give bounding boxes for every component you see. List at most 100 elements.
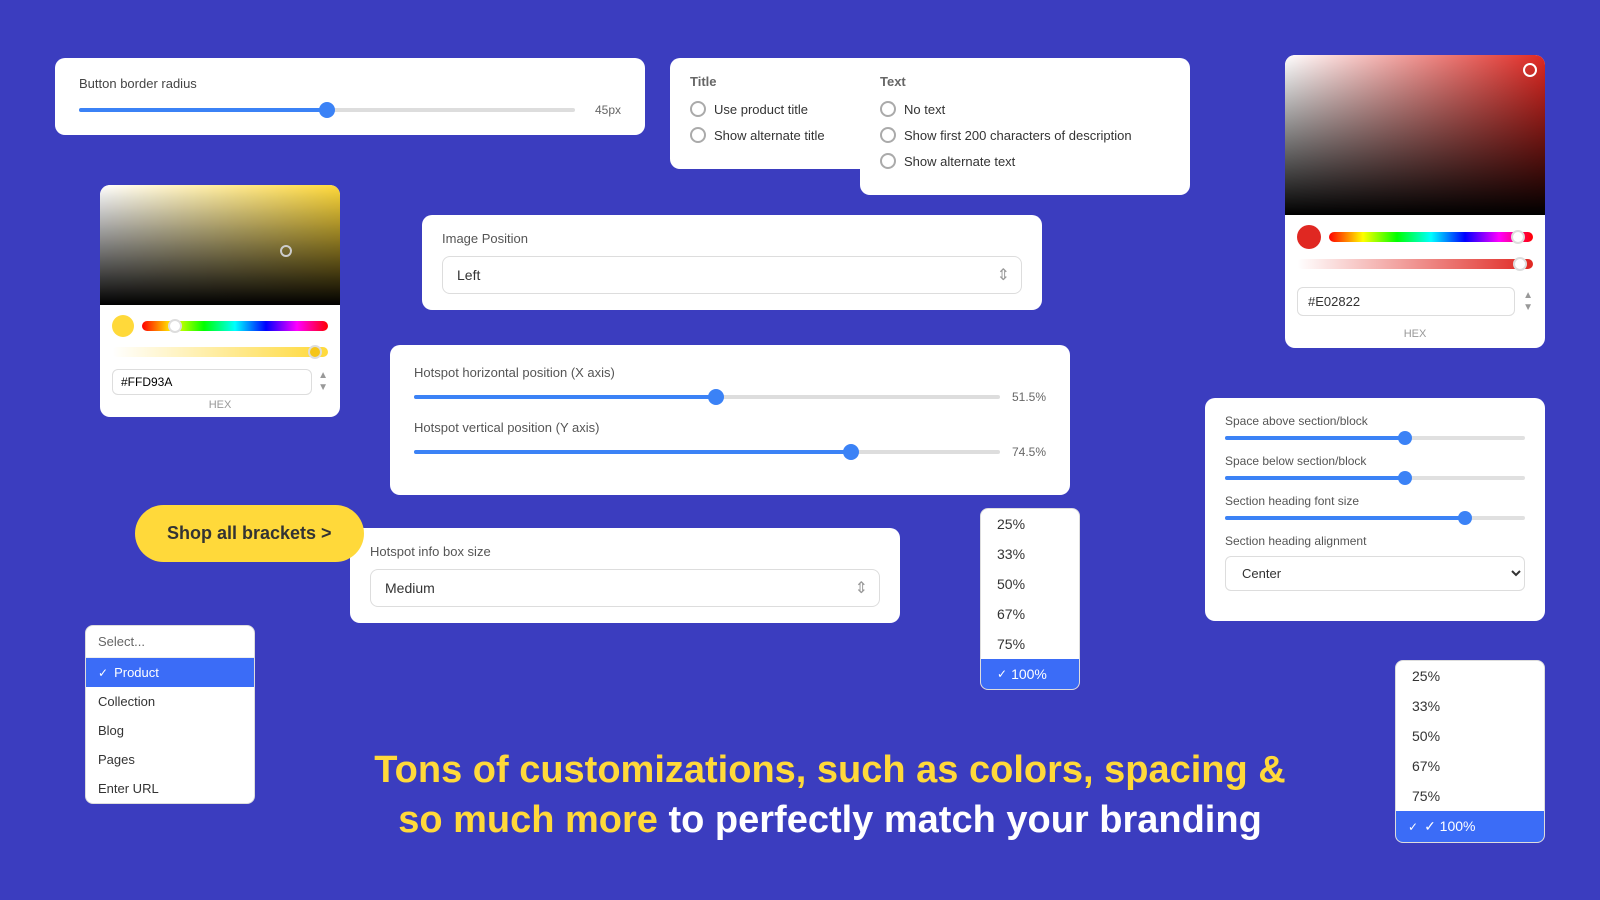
text-radio1[interactable] — [880, 101, 896, 117]
dropdown-item-url[interactable]: Enter URL — [86, 774, 254, 803]
heading-font-size-label: Section heading font size — [1225, 494, 1525, 508]
heading-font-size-thumb[interactable] — [1458, 511, 1472, 525]
percent-dropdown-left: 25% 33% 50% 67% 75% 100% — [980, 508, 1080, 690]
yellow-hex-row: ▲ ▼ — [100, 365, 340, 399]
image-position-label: Image Position — [442, 231, 1022, 246]
hue-slider-red[interactable] — [1329, 232, 1533, 242]
percent-33-left[interactable]: 33% — [981, 539, 1079, 569]
hex-label-yellow: HEX — [100, 399, 340, 417]
hotspot-y-track[interactable] — [414, 450, 1000, 454]
text-option1[interactable]: No text — [880, 101, 1170, 117]
dropdown-item-blog[interactable]: Blog — [86, 716, 254, 745]
dropdown-header: Select... — [86, 626, 254, 658]
text-radio3[interactable] — [880, 153, 896, 169]
spacing-above-label: Space above section/block — [1225, 414, 1525, 428]
percent-25-left[interactable]: 25% — [981, 509, 1079, 539]
hotspot-y-row: Hotspot vertical position (Y axis) 74.5% — [414, 420, 1046, 459]
hotspot-y-label: Hotspot vertical position (Y axis) — [414, 420, 1046, 435]
text-card: Text No text Show first 200 characters o… — [860, 58, 1190, 195]
hex-input-yellow[interactable] — [112, 369, 312, 395]
hotspot-x-thumb[interactable] — [708, 389, 724, 405]
percent-dropdown-right: 25% 33% 50% 67% 75% ✓ 100% — [1395, 660, 1545, 843]
percent-25-right[interactable]: 25% — [1396, 661, 1544, 691]
yellow-hue-thumb[interactable] — [168, 319, 182, 333]
yellow-hue-slider[interactable] — [142, 321, 328, 331]
text-option3[interactable]: Show alternate text — [880, 153, 1170, 169]
spinner-red[interactable]: ▲ ▼ — [1523, 291, 1533, 313]
text-radio2[interactable] — [880, 127, 896, 143]
percent-50-left[interactable]: 50% — [981, 569, 1079, 599]
percent-100-left[interactable]: 100% — [981, 659, 1079, 689]
hue-thumb-red[interactable] — [1511, 230, 1525, 244]
color-preview-red — [1297, 225, 1321, 249]
border-radius-fill — [79, 108, 327, 112]
text-option2[interactable]: Show first 200 characters of description — [880, 127, 1170, 143]
spacing-above-row: Space above section/block — [1225, 414, 1525, 440]
alpha-thumb-red[interactable] — [1513, 257, 1527, 271]
spacing-above-fill — [1225, 436, 1405, 440]
hotspot-y-fill — [414, 450, 851, 454]
border-radius-thumb[interactable] — [319, 102, 335, 118]
percent-33-right[interactable]: 33% — [1396, 691, 1544, 721]
yellow-alpha-thumb[interactable] — [308, 345, 322, 359]
percent-100-right[interactable]: ✓ 100% — [1396, 811, 1544, 842]
spacing-above-track[interactable] — [1225, 436, 1525, 440]
hotspot-size-select[interactable]: Medium Small Large — [370, 569, 880, 607]
heading-font-size-fill — [1225, 516, 1465, 520]
spinner-down-yellow[interactable]: ▼ — [318, 383, 328, 393]
heading-alignment-select[interactable]: Center Left Right — [1225, 556, 1525, 591]
heading-alignment-row: Section heading alignment Center Left Ri… — [1225, 534, 1525, 591]
title-radio1[interactable] — [690, 101, 706, 117]
bottom-text-line1: Tons of customizations, such as colors, … — [260, 746, 1400, 795]
color-cursor-red[interactable] — [1523, 63, 1537, 77]
dropdown-item-pages[interactable]: Pages — [86, 745, 254, 774]
color-hue-red — [1285, 215, 1545, 259]
yellow-preview-dot — [112, 315, 134, 337]
hotspot-x-track[interactable] — [414, 395, 1000, 399]
border-radius-card: Button border radius 45px — [55, 58, 645, 135]
percent-75-right[interactable]: 75% — [1396, 781, 1544, 811]
percent-67-left[interactable]: 67% — [981, 599, 1079, 629]
spacing-below-thumb[interactable] — [1398, 471, 1412, 485]
border-radius-track[interactable] — [79, 108, 575, 112]
hotspot-x-fill — [414, 395, 716, 399]
yellow-alpha-slider[interactable] — [112, 347, 328, 357]
hotspot-position-card: Hotspot horizontal position (X axis) 51.… — [390, 345, 1070, 495]
spacing-below-fill — [1225, 476, 1405, 480]
image-position-card: Image Position Left Center Right ⇕ — [422, 215, 1042, 310]
color-cursor-yellow[interactable] — [280, 245, 292, 257]
spacing-card: Space above section/block Space below se… — [1205, 398, 1545, 621]
image-position-select[interactable]: Left Center Right — [442, 256, 1022, 294]
yellow-hue-row — [100, 305, 340, 347]
spinner-yellow[interactable]: ▲ ▼ — [318, 371, 328, 393]
color-gradient-yellow[interactable] — [100, 185, 340, 305]
dropdown-item-product[interactable]: Product — [86, 658, 254, 687]
hotspot-size-card: Hotspot info box size Medium Small Large… — [350, 528, 900, 623]
percent-50-right[interactable]: 50% — [1396, 721, 1544, 751]
heading-font-size-track[interactable] — [1225, 516, 1525, 520]
shop-button[interactable]: Shop all brackets > — [135, 505, 364, 562]
image-position-select-wrapper: Left Center Right ⇕ — [442, 256, 1022, 294]
spacing-below-track[interactable] — [1225, 476, 1525, 480]
spinner-up-red[interactable]: ▲ — [1523, 291, 1533, 301]
alpha-slider-red[interactable] — [1297, 259, 1533, 269]
spinner-down-red[interactable]: ▼ — [1523, 303, 1533, 313]
hex-input-red[interactable] — [1297, 287, 1515, 316]
hotspot-y-slider-row: 74.5% — [414, 445, 1046, 459]
hotspot-y-value: 74.5% — [1010, 445, 1046, 459]
link-type-dropdown: Select... Product Collection Blog Pages … — [85, 625, 255, 804]
heading-font-size-row: Section heading font size — [1225, 494, 1525, 520]
title-radio2[interactable] — [690, 127, 706, 143]
percent-67-right[interactable]: 67% — [1396, 751, 1544, 781]
dropdown-item-collection[interactable]: Collection — [86, 687, 254, 716]
text-section-label: Text — [880, 74, 1170, 89]
hotspot-size-select-wrapper: Medium Small Large ⇕ — [370, 569, 880, 607]
hotspot-x-slider-row: 51.5% — [414, 390, 1046, 404]
spacing-above-thumb[interactable] — [1398, 431, 1412, 445]
spinner-up-yellow[interactable]: ▲ — [318, 371, 328, 381]
hex-label-red: HEX — [1285, 328, 1545, 348]
color-gradient-red[interactable] — [1285, 55, 1545, 215]
hotspot-y-thumb[interactable] — [843, 444, 859, 460]
spacing-below-label: Space below section/block — [1225, 454, 1525, 468]
percent-75-left[interactable]: 75% — [981, 629, 1079, 659]
